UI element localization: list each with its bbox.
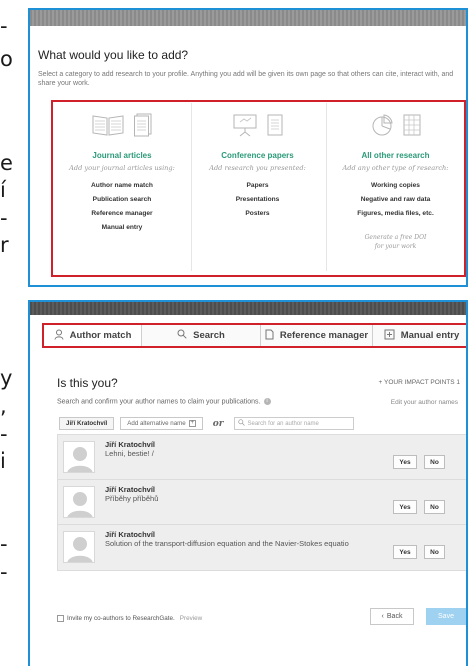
avatar — [63, 486, 95, 518]
category-subtitle: Add any other type of research: — [342, 164, 449, 172]
author-name: Jiří Kratochvíl — [105, 485, 156, 494]
author-name: Jiří Kratochvíl — [105, 530, 156, 539]
info-icon[interactable]: i — [263, 398, 271, 405]
or-separator: or — [212, 418, 224, 429]
yes-button[interactable]: Yes — [393, 500, 417, 514]
document-icon — [265, 329, 274, 343]
back-button[interactable]: ‹ Back — [370, 608, 414, 625]
panel-title: What would you like to add? — [38, 48, 189, 62]
name-filter-bar: Jiří Kratochvíl Add alternative name + o… — [57, 415, 466, 432]
option-publication-search[interactable]: Publication search — [56, 193, 188, 207]
author-name-chip[interactable]: Jiří Kratochvíl — [59, 417, 115, 430]
list-item: Jiří Kratochvíl Příběhy příběhů Yes No — [58, 480, 466, 525]
top-navigation-bar — [30, 10, 466, 26]
author-name: Jiří Kratochvíl — [105, 440, 156, 449]
category-subtitle: Add research you presented: — [209, 164, 306, 172]
page-fragment: - — [0, 14, 8, 38]
tab-manual-entry[interactable]: Manual entry — [373, 325, 466, 346]
category-subtitle: Add your journal articles using: — [69, 164, 175, 172]
option-presentations[interactable]: Presentations — [192, 193, 323, 207]
impact-points: + YOUR IMPACT POINTS 1 — [378, 379, 460, 386]
category-selection-highlight: Journal articles Add your journal articl… — [51, 100, 466, 277]
instructions: Search and confirm your author names to … — [57, 398, 271, 405]
category-title: Journal articles — [92, 151, 152, 160]
no-button[interactable]: No — [424, 500, 445, 514]
method-tabs: Author match Search Reference manager Ma… — [42, 323, 466, 348]
add-research-panel: What would you like to add? Select a cat… — [28, 8, 468, 287]
preview-link[interactable]: Preview — [180, 615, 202, 622]
edit-author-names-link[interactable]: Edit your author names — [391, 399, 458, 406]
author-search-input[interactable]: Search for an author name — [233, 417, 354, 430]
doi-note: Generate a free DOI for your work — [364, 234, 427, 250]
option-posters[interactable]: Posters — [192, 207, 323, 221]
option-papers[interactable]: Papers — [192, 179, 323, 193]
data-grid-icon — [402, 113, 422, 139]
tab-search[interactable]: Search — [142, 325, 261, 346]
page-fragment: i — [0, 449, 6, 473]
avatar — [63, 441, 95, 473]
panel-description: Select a category to add research to you… — [38, 71, 454, 87]
list-item: Jiří Kratochvíl Lehni, bestie! / Yes No — [58, 435, 466, 480]
invite-coauthors-option[interactable]: Invite my co-authors to ResearchGate. Pr… — [57, 615, 202, 622]
publication-title: Příběhy příběhů — [105, 494, 159, 503]
search-icon — [177, 329, 187, 342]
invite-checkbox[interactable] — [57, 615, 64, 622]
easel-icon — [232, 113, 258, 139]
page-fragment: - — [0, 532, 8, 556]
list-item: Jiří Kratochvíl Solution of the transpor… — [58, 525, 466, 570]
edit-doc-icon — [384, 329, 395, 343]
author-match-panel: Author match Search Reference manager Ma… — [28, 300, 468, 666]
top-navigation-bar — [30, 302, 466, 315]
category-title: Conference papers — [221, 151, 294, 160]
tab-author-match[interactable]: Author match — [44, 325, 142, 346]
category-title: All other research — [361, 151, 430, 160]
search-icon — [237, 419, 245, 428]
add-alternative-name-button[interactable]: Add alternative name + — [120, 417, 203, 430]
page-fragment: - — [0, 560, 8, 584]
page-title: Is this you? — [57, 376, 118, 390]
page-fragment: e — [0, 151, 13, 175]
publication-title: Lehni, bestie! / — [105, 449, 154, 458]
option-negative-raw-data[interactable]: Negative and raw data — [327, 193, 464, 207]
option-reference-manager[interactable]: Reference manager — [56, 207, 188, 221]
category-all-other-research[interactable]: All other research Add any other type of… — [326, 103, 464, 271]
no-button[interactable]: No — [424, 545, 445, 559]
option-manual-entry[interactable]: Manual entry — [56, 221, 188, 235]
open-book-icon — [91, 113, 125, 139]
author-results-list: Jiří Kratochvíl Lehni, bestie! / Yes No … — [57, 434, 466, 571]
pie-chart-icon — [370, 113, 394, 139]
page-fragment: y — [0, 366, 13, 390]
page-fragment: í — [0, 178, 6, 202]
document-icon — [266, 113, 284, 139]
chevron-left-icon: ‹ — [381, 613, 384, 620]
tab-reference-manager[interactable]: Reference manager — [261, 325, 373, 346]
option-working-copies[interactable]: Working copies — [327, 179, 464, 193]
option-author-name-match[interactable]: Author name match — [56, 179, 188, 193]
category-conference-papers[interactable]: Conference papers Add research you prese… — [191, 103, 323, 271]
avatar — [63, 531, 95, 563]
stacked-docs-icon — [133, 113, 153, 139]
save-button[interactable]: Save — [426, 608, 466, 625]
page-fragment: - — [0, 206, 8, 230]
page-fragment: , — [0, 394, 7, 418]
page-fragment: r — [0, 233, 9, 257]
category-journal-articles[interactable]: Journal articles Add your journal articl… — [56, 103, 188, 271]
yes-button[interactable]: Yes — [393, 545, 417, 559]
publication-title: Solution of the transport-diffusion equa… — [105, 539, 349, 548]
option-figures-media[interactable]: Figures, media files, etc. — [327, 207, 464, 221]
person-icon — [54, 329, 64, 343]
yes-button[interactable]: Yes — [393, 455, 417, 469]
plus-icon: + — [188, 420, 196, 427]
page-fragment: o — [0, 47, 13, 71]
page-fragment: - — [0, 422, 8, 446]
no-button[interactable]: No — [424, 455, 445, 469]
